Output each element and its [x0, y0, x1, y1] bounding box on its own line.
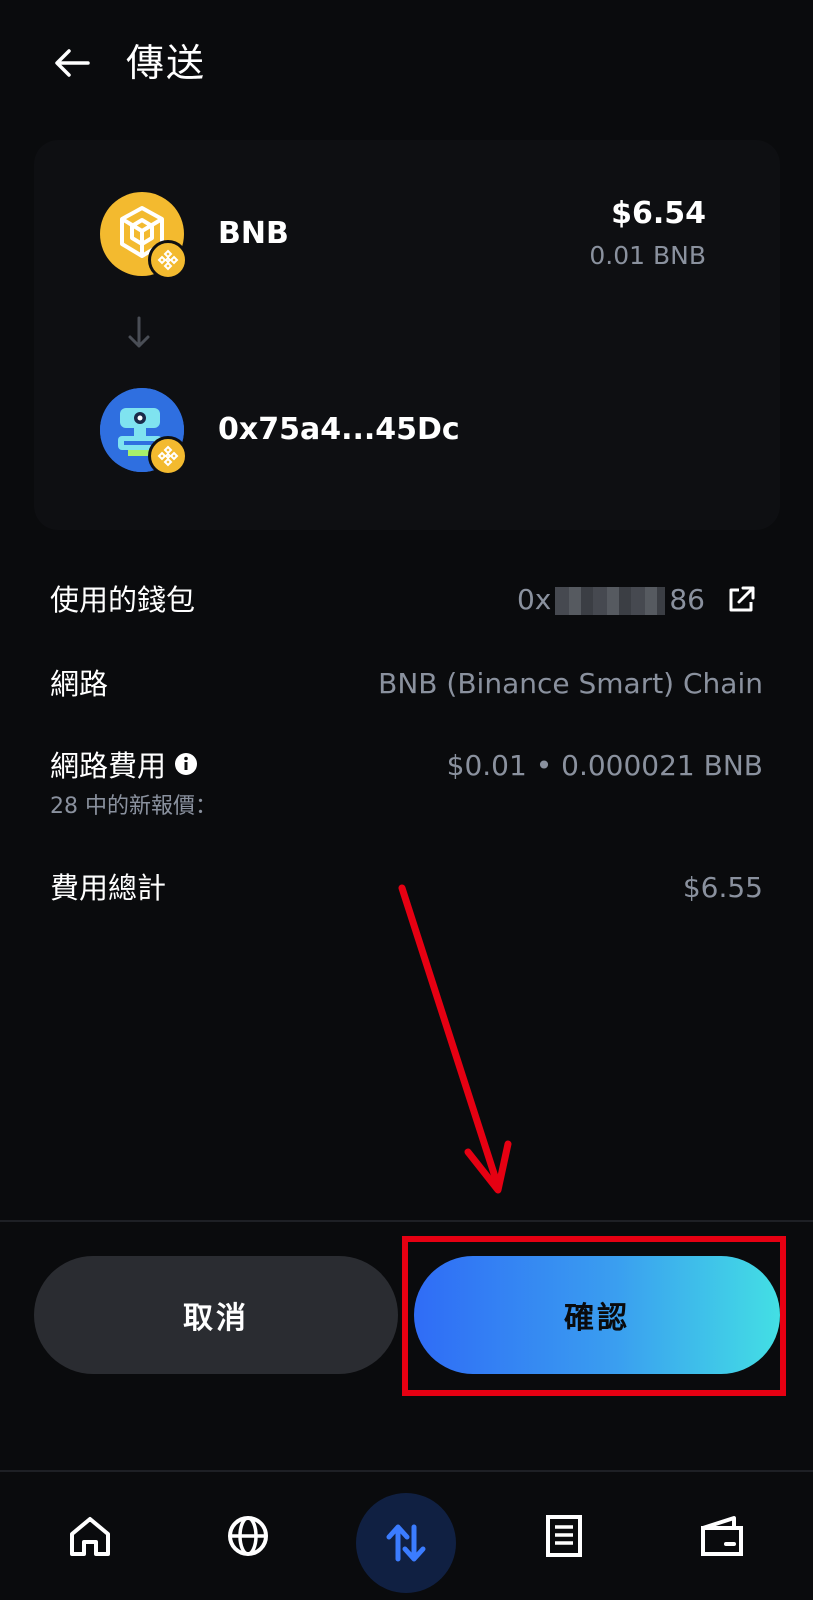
total-label: 費用總計: [50, 871, 167, 905]
document-list-icon: [546, 1515, 582, 1557]
network-fee-value: $0.01 • 0.000021 BNB: [446, 749, 763, 782]
info-icon[interactable]: [174, 744, 198, 788]
transfer-summary-card: BNB $6.54 0.01 BNB 0x75a4...45Dc: [34, 140, 780, 530]
wallet-icon: [701, 1516, 743, 1556]
wallet-label: 使用的錢包: [50, 583, 196, 617]
active-nav-indicator: [356, 1493, 456, 1593]
cancel-button[interactable]: 取消: [34, 1256, 398, 1374]
bnb-chain-badge-icon: [148, 436, 188, 476]
network-label: 網路: [50, 667, 109, 701]
home-icon: [70, 1517, 110, 1556]
wallet-address: 0x 86: [517, 578, 705, 622]
amount-token: 0.01 BNB: [589, 241, 706, 270]
globe-icon: [228, 1516, 268, 1556]
network-fee-label-wrap: 網路費用: [50, 744, 198, 788]
network-fee-row: 網路費用 28 中的新報價： $0.01 • 0.000021 BNB: [50, 744, 763, 828]
page-title: 傳送: [126, 41, 207, 85]
redacted-address-segment: [555, 587, 666, 615]
swap-arrows-icon: [386, 1524, 426, 1562]
nav-browser[interactable]: [198, 1472, 298, 1600]
to-address-row: 0x75a4...45Dc: [34, 388, 780, 488]
from-asset-row: BNB $6.54 0.01 BNB: [34, 192, 780, 292]
amount-usd: $6.54: [611, 196, 706, 231]
bnb-chain-badge-icon: [148, 240, 188, 280]
network-fee-label: 網路費用: [50, 749, 167, 783]
arrow-left-icon: [55, 49, 90, 77]
confirm-button[interactable]: 確認: [414, 1256, 780, 1374]
fee-quote-refresh: 28 中的新報價：: [50, 794, 217, 819]
wallet-address-suffix: 86: [669, 583, 705, 616]
annotation-arrow-icon: [398, 884, 512, 1194]
recipient-address: 0x75a4...45Dc: [218, 412, 460, 447]
nav-home[interactable]: [40, 1472, 140, 1600]
nav-wallet[interactable]: [672, 1472, 772, 1600]
network-row: 網路 BNB (Binance Smart) Chain: [50, 662, 763, 712]
send-confirmation-screen: 傳送 BNB $6.54 0.01 BNB 0x75a4...45Dc 使用的錢…: [0, 0, 813, 1600]
back-button[interactable]: [48, 36, 96, 90]
total-value: $6.55: [682, 871, 763, 904]
network-value: BNB (Binance Smart) Chain: [378, 667, 763, 700]
wallet-address-prefix: 0x: [516, 583, 552, 616]
nav-activity[interactable]: [514, 1472, 614, 1600]
external-link-icon: [729, 586, 755, 612]
arrow-down-icon: [128, 316, 150, 348]
nav-trade[interactable]: [356, 1472, 456, 1600]
from-asset-name: BNB: [218, 216, 289, 251]
header: 傳送: [0, 0, 813, 130]
wallet-row: 使用的錢包 0x 86: [50, 578, 763, 628]
action-bar-divider: [0, 1220, 813, 1222]
external-link-button[interactable]: [719, 578, 763, 622]
bottom-nav: [0, 1472, 813, 1600]
